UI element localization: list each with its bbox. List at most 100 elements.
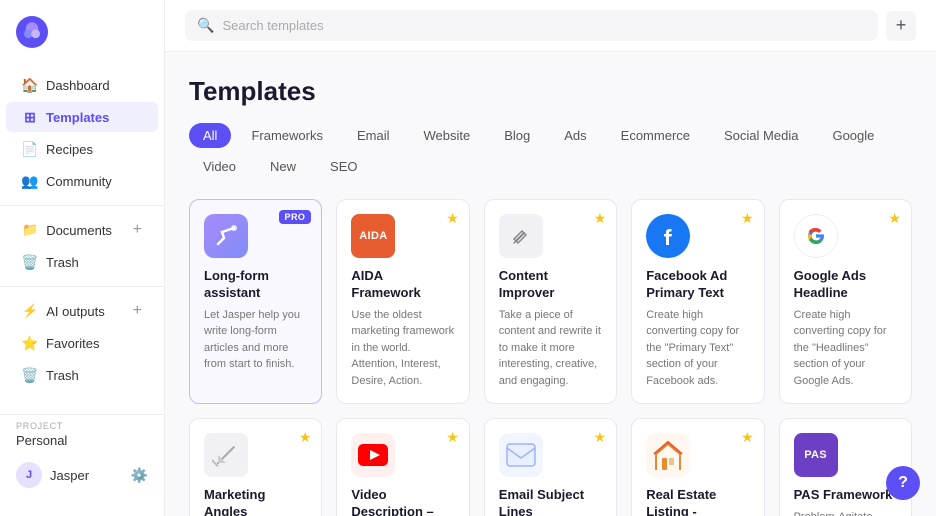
help-icon: ? [898,474,908,492]
sidebar-ai-outputs-label: AI outputs [46,304,105,319]
filter-tab-website[interactable]: Website [409,123,484,148]
card-title-google-ads: Google Ads Headline [794,268,897,302]
settings-icon[interactable]: ⚙️ [131,467,148,484]
community-icon: 👥 [22,173,38,189]
main-content: 🔍 Search templates + Templates All Frame… [165,0,936,516]
card-icon-aida: AIDA [351,214,395,258]
card-title-pas: PAS Framework [794,487,897,504]
documents-icon: 📁 [22,222,38,238]
card-icon-google [794,214,838,258]
template-card-real-estate[interactable]: ★ Real Estate Listing - Residential Crea… [631,418,764,516]
sidebar-item-trash2[interactable]: 🗑️ Trash [6,360,158,390]
sidebar-item-dashboard-label: Dashboard [46,78,110,93]
trash2-icon: 🗑️ [22,367,38,383]
card-title-long-form: Long-form assistant [204,268,307,302]
sidebar-item-templates[interactable]: ⊞ Templates [6,102,158,132]
sidebar-item-recipes-label: Recipes [46,142,93,157]
pro-badge: PRO [279,210,312,224]
sidebar-trash-label: Trash [46,255,79,270]
sidebar-item-ai-outputs[interactable]: ⚡ AI outputs + [6,296,158,326]
filter-tab-seo[interactable]: SEO [316,154,371,179]
sidebar-item-recipes[interactable]: 📄 Recipes [6,134,158,164]
template-grid: PRO Long-form assistant Let Jasper help … [189,199,912,516]
card-title-video-desc: Video Description – YouTube [351,487,454,516]
card-icon-youtube [351,433,395,477]
card-desc-facebook: Create high converting copy for the "Pri… [646,307,749,390]
star-badge-real-estate: ★ [741,429,754,446]
templates-icon: ⊞ [22,109,38,125]
divider-1 [0,205,164,206]
sidebar-documents-label: Documents [46,223,112,238]
template-card-video-desc[interactable]: ★ Video Description – YouTube Create uni… [336,418,469,516]
card-desc-content-improver: Take a piece of content and rewrite it t… [499,307,602,390]
sidebar-item-favorites[interactable]: ⭐ Favorites [6,328,158,358]
sidebar-item-documents[interactable]: 📁 Documents + [6,215,158,245]
template-card-google-ads[interactable]: ★ Google Ads Headline Create high conver… [779,199,912,404]
trash-icon: 🗑️ [22,254,38,270]
filter-tab-ads[interactable]: Ads [550,123,600,148]
user-row[interactable]: J Jasper ⚙️ [0,454,164,496]
filter-tab-all[interactable]: All [189,123,231,148]
avatar: J [16,462,42,488]
card-desc-long-form: Let Jasper help you write long-form arti… [204,307,307,373]
card-icon-real-estate [646,433,690,477]
topbar-plus-button[interactable]: + [886,11,916,41]
card-icon-marketing-angles [204,433,248,477]
filter-tab-frameworks[interactable]: Frameworks [237,123,337,148]
sidebar-favorites-label: Favorites [46,336,99,351]
project-label: PROJECT [16,421,148,431]
card-desc-pas: Problem-Agitate-Solution. A valuable fra… [794,509,897,516]
divider-2 [0,286,164,287]
filter-tab-social-media[interactable]: Social Media [710,123,812,148]
template-card-aida[interactable]: ★ AIDA AIDA Framework Use the oldest mar… [336,199,469,404]
filter-tab-new[interactable]: New [256,154,310,179]
card-icon-content-improver [499,214,543,258]
filter-tab-email[interactable]: Email [343,123,404,148]
card-title-content-improver: Content Improver [499,268,602,302]
template-card-email-subject[interactable]: ★ Email Subject Lines Write compelling e… [484,418,617,516]
card-title-marketing-angles: Marketing Angles [204,487,307,516]
ai-outputs-icon: ⚡ [22,303,38,319]
sidebar-trash2-label: Trash [46,368,79,383]
search-placeholder: Search templates [222,18,323,33]
sidebar-item-trash[interactable]: 🗑️ Trash [6,247,158,277]
card-title-real-estate: Real Estate Listing - Residential [646,487,749,516]
sidebar-bottom: PROJECT Personal J Jasper ⚙️ [0,406,164,504]
ai-outputs-add-icon[interactable]: + [133,303,142,319]
template-card-content-improver[interactable]: ★ Content Improver Take a piece of conte… [484,199,617,404]
template-card-pas[interactable]: PAS PAS Framework Problem-Agitate-Soluti… [779,418,912,516]
star-badge-aida: ★ [446,210,459,227]
documents-add-icon[interactable]: + [133,222,142,238]
content-area: Templates All Frameworks Email Website B… [165,52,936,516]
star-badge-content-improver: ★ [594,210,607,227]
page-title: Templates [189,76,912,107]
template-card-facebook[interactable]: ★ Facebook Ad Primary Text Create high c… [631,199,764,404]
sidebar-item-community-label: Community [46,174,112,189]
star-badge-facebook: ★ [741,210,754,227]
logo [0,12,164,69]
filter-tab-google[interactable]: Google [818,123,888,148]
template-card-long-form[interactable]: PRO Long-form assistant Let Jasper help … [189,199,322,404]
project-section: PROJECT Personal [0,414,164,454]
search-icon: 🔍 [197,17,214,34]
filter-tabs: All Frameworks Email Website Blog Ads Ec… [189,123,912,179]
card-icon-email [499,433,543,477]
card-icon-facebook [646,214,690,258]
topbar: 🔍 Search templates + [165,0,936,52]
sidebar-item-dashboard[interactable]: 🏠 Dashboard [6,70,158,100]
sidebar-item-community[interactable]: 👥 Community [6,166,158,196]
card-desc-google-ads: Create high converting copy for the "Hea… [794,307,897,390]
filter-tab-video[interactable]: Video [189,154,250,179]
star-badge-marketing-angles: ★ [299,429,312,446]
recipes-icon: 📄 [22,141,38,157]
sidebar-item-templates-label: Templates [46,110,109,125]
filter-tab-blog[interactable]: Blog [490,123,544,148]
project-name: Personal [16,433,148,448]
card-title-facebook: Facebook Ad Primary Text [646,268,749,302]
star-badge-email-subject: ★ [594,429,607,446]
help-button[interactable]: ? [886,466,920,500]
filter-tab-ecommerce[interactable]: Ecommerce [607,123,704,148]
search-bar[interactable]: 🔍 Search templates [185,10,878,41]
user-name: Jasper [50,468,89,483]
template-card-marketing-angles[interactable]: ★ Marketing Angles Brainstorm different … [189,418,322,516]
